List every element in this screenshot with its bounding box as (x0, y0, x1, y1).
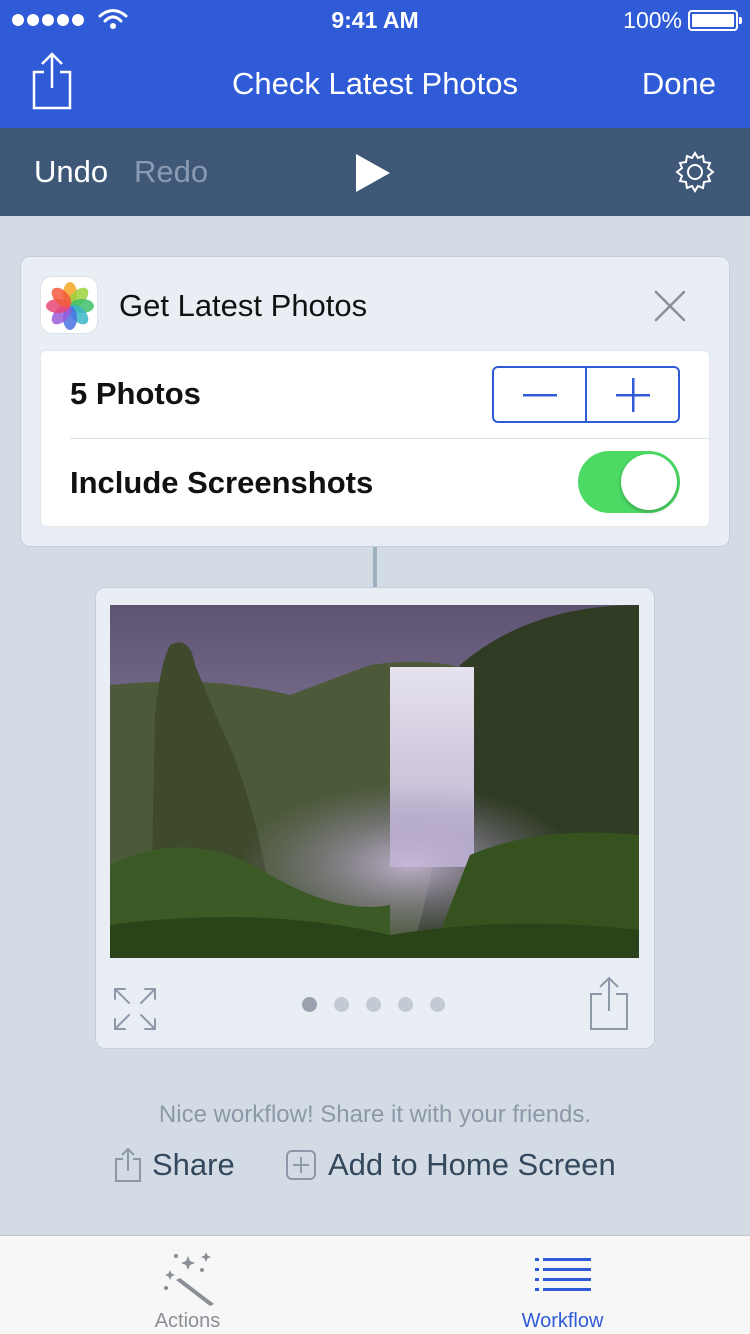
done-button[interactable]: Done (642, 66, 716, 102)
page-dot[interactable] (366, 997, 381, 1012)
include-screenshots-toggle[interactable] (578, 451, 680, 513)
add-square-icon (286, 1150, 316, 1180)
add-to-home-label: Add to Home Screen (328, 1147, 616, 1182)
action-title: Get Latest Photos (119, 288, 368, 323)
increment-button[interactable] (587, 368, 678, 421)
add-to-home-screen-button[interactable]: Add to Home Screen (286, 1147, 616, 1183)
action-connector (373, 547, 377, 588)
share-icon[interactable] (588, 976, 630, 1032)
tab-workflow-label: Workflow (521, 1310, 604, 1332)
battery-percent: 100% (623, 7, 682, 33)
battery-icon (688, 10, 742, 31)
play-icon[interactable] (354, 152, 392, 194)
page-indicator[interactable] (302, 997, 445, 1012)
page-dot[interactable] (302, 997, 317, 1012)
status-bar: 9:41 AM 100% (0, 0, 750, 40)
waterfall-photo[interactable] (110, 605, 639, 958)
page-dot[interactable] (334, 997, 349, 1012)
list-icon (534, 1258, 591, 1291)
divider (70, 438, 710, 439)
minus-icon (522, 393, 557, 396)
redo-button[interactable]: Redo (134, 154, 208, 190)
photos-app-icon (40, 276, 98, 334)
share-prompt: Nice workflow! Share it with your friend… (158, 1101, 592, 1128)
tab-bar: Actions Workflow (0, 1235, 750, 1334)
plus-icon (615, 377, 650, 412)
tab-actions-label: Actions (154, 1310, 221, 1332)
gear-icon[interactable] (673, 150, 717, 194)
expand-icon[interactable] (112, 986, 158, 1032)
photos-count-label: 5 Photos (70, 376, 201, 411)
navigation-bar: 9:41 AM 100% Check Latest Photos Done (0, 0, 750, 128)
share-icon[interactable] (30, 52, 74, 110)
close-icon[interactable] (652, 288, 688, 324)
share-icon (115, 1147, 141, 1182)
magic-wand-icon (163, 1252, 214, 1306)
tab-actions[interactable]: Actions (0, 1236, 375, 1334)
share-label: Share (152, 1147, 235, 1182)
undo-button[interactable]: Undo (34, 154, 108, 190)
share-button[interactable]: Share (114, 1147, 235, 1183)
decrement-button[interactable] (494, 368, 587, 421)
tab-workflow[interactable]: Workflow (375, 1236, 750, 1334)
page-title: Check Latest Photos (231, 66, 519, 101)
photos-stepper (492, 366, 680, 423)
page-dot[interactable] (430, 997, 445, 1012)
include-screenshots-label: Include Screenshots (70, 465, 374, 500)
page-dot[interactable] (398, 997, 413, 1012)
